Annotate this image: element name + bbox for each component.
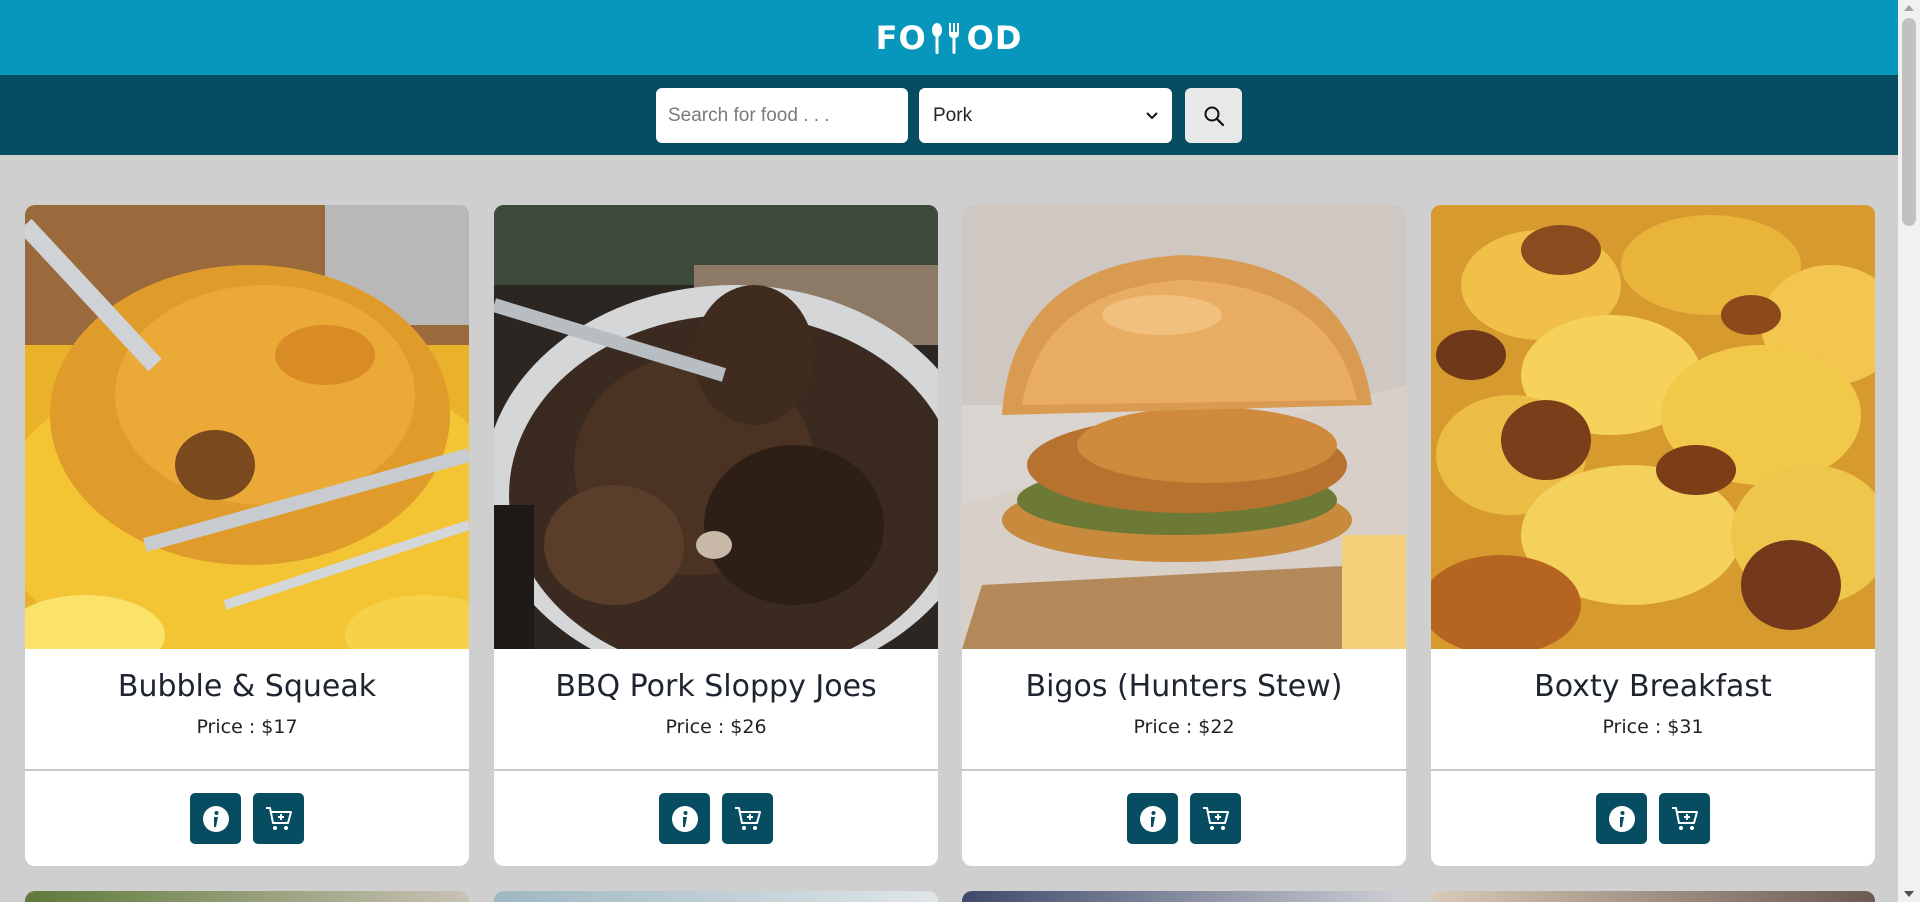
add-to-cart-button[interactable] — [722, 793, 773, 844]
info-icon — [1139, 805, 1166, 832]
food-title: Bubble & Squeak — [117, 669, 377, 704]
food-title: BBQ Pork Sloppy Joes — [555, 669, 877, 704]
info-button[interactable] — [1596, 793, 1647, 844]
food-title: Bigos (Hunters Stew) — [1025, 669, 1343, 704]
card-actions — [25, 771, 469, 866]
category-select[interactable]: Pork — [919, 88, 1172, 143]
food-price: Price : $17 — [196, 716, 298, 738]
add-to-cart-icon — [1202, 806, 1229, 830]
chevron-down-icon — [1146, 111, 1158, 119]
fork-spoon-icon — [931, 22, 959, 54]
food-card: BBQ Pork Sloppy Joes Price : $26 — [494, 205, 938, 866]
page-scrollbar[interactable] — [1898, 0, 1920, 902]
info-button[interactable] — [1127, 793, 1178, 844]
add-to-cart-button[interactable] — [1659, 793, 1710, 844]
food-card-next-row[interactable] — [25, 891, 469, 902]
logo-text-left: FO — [875, 18, 927, 57]
add-to-cart-icon — [265, 806, 292, 830]
search-button[interactable] — [1185, 88, 1242, 143]
food-price: Price : $31 — [1602, 716, 1704, 738]
food-image[interactable] — [1431, 205, 1875, 649]
food-price: Price : $22 — [1133, 716, 1235, 738]
food-image[interactable] — [25, 205, 469, 649]
food-card-next-row[interactable] — [962, 891, 1406, 902]
food-card: Bigos (Hunters Stew) Price : $22 — [962, 205, 1406, 866]
card-body: Bigos (Hunters Stew) Price : $22 — [962, 649, 1406, 769]
card-body: Bubble & Squeak Price : $17 — [25, 649, 469, 769]
info-button[interactable] — [190, 793, 241, 844]
scroll-down-arrow-icon[interactable] — [1904, 891, 1914, 897]
card-body: BBQ Pork Sloppy Joes Price : $26 — [494, 649, 938, 769]
info-icon — [1608, 805, 1635, 832]
food-card-next-row[interactable] — [1431, 891, 1875, 902]
scroll-up-arrow-icon[interactable] — [1904, 5, 1914, 11]
info-icon — [671, 805, 698, 832]
card-actions — [494, 771, 938, 866]
add-to-cart-button[interactable] — [253, 793, 304, 844]
logo-text-right: OD — [966, 18, 1023, 57]
info-button[interactable] — [659, 793, 710, 844]
search-bar: Pork — [0, 75, 1898, 155]
food-image[interactable] — [494, 205, 938, 649]
add-to-cart-button[interactable] — [1190, 793, 1241, 844]
category-select-value: Pork — [933, 104, 973, 126]
food-card: Bubble & Squeak Price : $17 — [25, 205, 469, 866]
food-card: Boxty Breakfast Price : $31 — [1431, 205, 1875, 866]
add-to-cart-icon — [734, 806, 761, 830]
search-input[interactable] — [656, 88, 908, 143]
food-card-next-row[interactable] — [494, 891, 938, 902]
card-actions — [962, 771, 1406, 866]
scrollbar-thumb[interactable] — [1902, 18, 1916, 226]
food-image[interactable] — [962, 205, 1406, 649]
card-body: Boxty Breakfast Price : $31 — [1431, 649, 1875, 769]
food-title: Boxty Breakfast — [1534, 669, 1772, 704]
search-icon — [1204, 106, 1224, 126]
add-to-cart-icon — [1671, 806, 1698, 830]
site-logo[interactable]: FO OD — [876, 19, 1023, 57]
food-price: Price : $26 — [665, 716, 767, 738]
card-actions — [1431, 771, 1875, 866]
info-icon — [202, 805, 229, 832]
site-header: FO OD — [0, 0, 1898, 75]
